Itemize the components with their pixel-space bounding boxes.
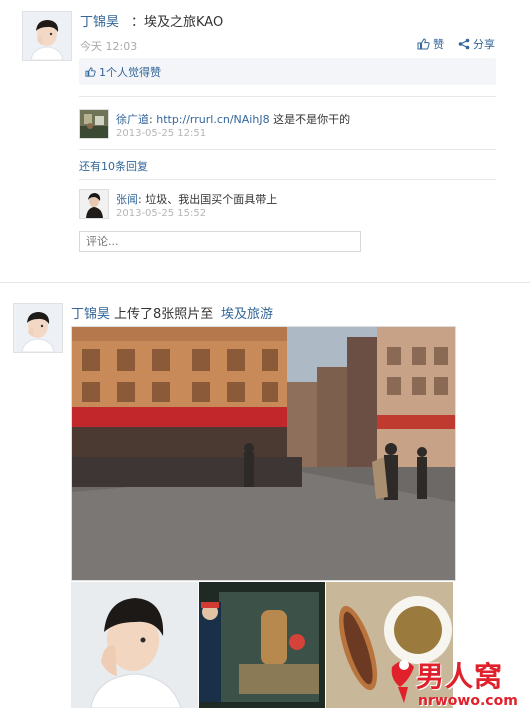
commenter-avatar[interactable] <box>79 189 109 219</box>
post-time: 今天 12:03 <box>80 40 138 53</box>
watermark-text-cn: 男人窝 <box>416 660 504 693</box>
author-avatar[interactable] <box>22 11 72 61</box>
likes-summary: 1个人觉得赞 <box>79 58 496 85</box>
more-replies-link[interactable]: 还有10条回复 <box>79 158 148 174</box>
likes-text: 1个人觉得赞 <box>99 66 161 79</box>
comment-text: 垃圾、我出国买个面具带上 <box>145 193 278 206</box>
comment-time: 2013-05-25 12:51 <box>116 128 207 139</box>
likes-count-link[interactable]: 1个人觉得赞 <box>85 64 161 80</box>
post-action-text: 上传了8张照片至 <box>114 307 214 322</box>
feed-card-1: 丁锦昊 ：埃及之旅KAO 今天 12:03 赞 分享 1个人觉得赞 徐广道: h… <box>0 0 530 286</box>
commenter-name[interactable]: 徐广道 <box>116 113 149 126</box>
share-icon <box>458 38 470 50</box>
post-title[interactable]: ：埃及之旅KAO <box>131 11 223 30</box>
divider <box>79 149 496 150</box>
thumbs-up-icon <box>417 38 430 50</box>
comment-sep: : <box>138 193 142 206</box>
photo-food-stall[interactable] <box>199 582 325 708</box>
divider <box>79 179 496 180</box>
comment-item: 张闻: 垃圾、我出国买个面具带上 2013-05-25 15:52 <box>79 189 499 225</box>
divider <box>79 96 496 97</box>
watermark: 男人窝 nrwowo.com <box>384 653 524 715</box>
author-avatar[interactable] <box>13 303 63 353</box>
comment-time: 2013-05-25 15:52 <box>116 208 207 219</box>
comment-item: 徐广道: http://rrurl.cn/NAihJ8 这是不是你干的 2013… <box>79 109 499 145</box>
like-button[interactable]: 赞 <box>417 36 444 52</box>
commenter-name[interactable]: 张闻 <box>116 193 138 206</box>
post-author-name[interactable]: 丁锦昊 <box>80 11 119 30</box>
comment-input[interactable] <box>79 231 361 252</box>
photo-portrait[interactable] <box>71 582 198 708</box>
comment-sep: : <box>149 113 153 126</box>
like-label: 赞 <box>433 38 444 51</box>
card-separator <box>0 282 530 283</box>
thumbs-up-icon <box>85 67 96 77</box>
share-label: 分享 <box>473 38 495 51</box>
commenter-avatar[interactable] <box>79 109 109 139</box>
album-link[interactable]: 埃及旅游 <box>221 303 273 322</box>
watermark-text-en: nrwowo.com <box>418 693 518 709</box>
photo-street[interactable] <box>71 326 456 581</box>
comment-text: 这是不是你干的 <box>273 113 351 126</box>
post-author-name[interactable]: 丁锦昊 <box>71 303 110 322</box>
comment-link[interactable]: http://rrurl.cn/NAihJ8 <box>156 113 269 126</box>
share-button[interactable]: 分享 <box>458 36 495 52</box>
